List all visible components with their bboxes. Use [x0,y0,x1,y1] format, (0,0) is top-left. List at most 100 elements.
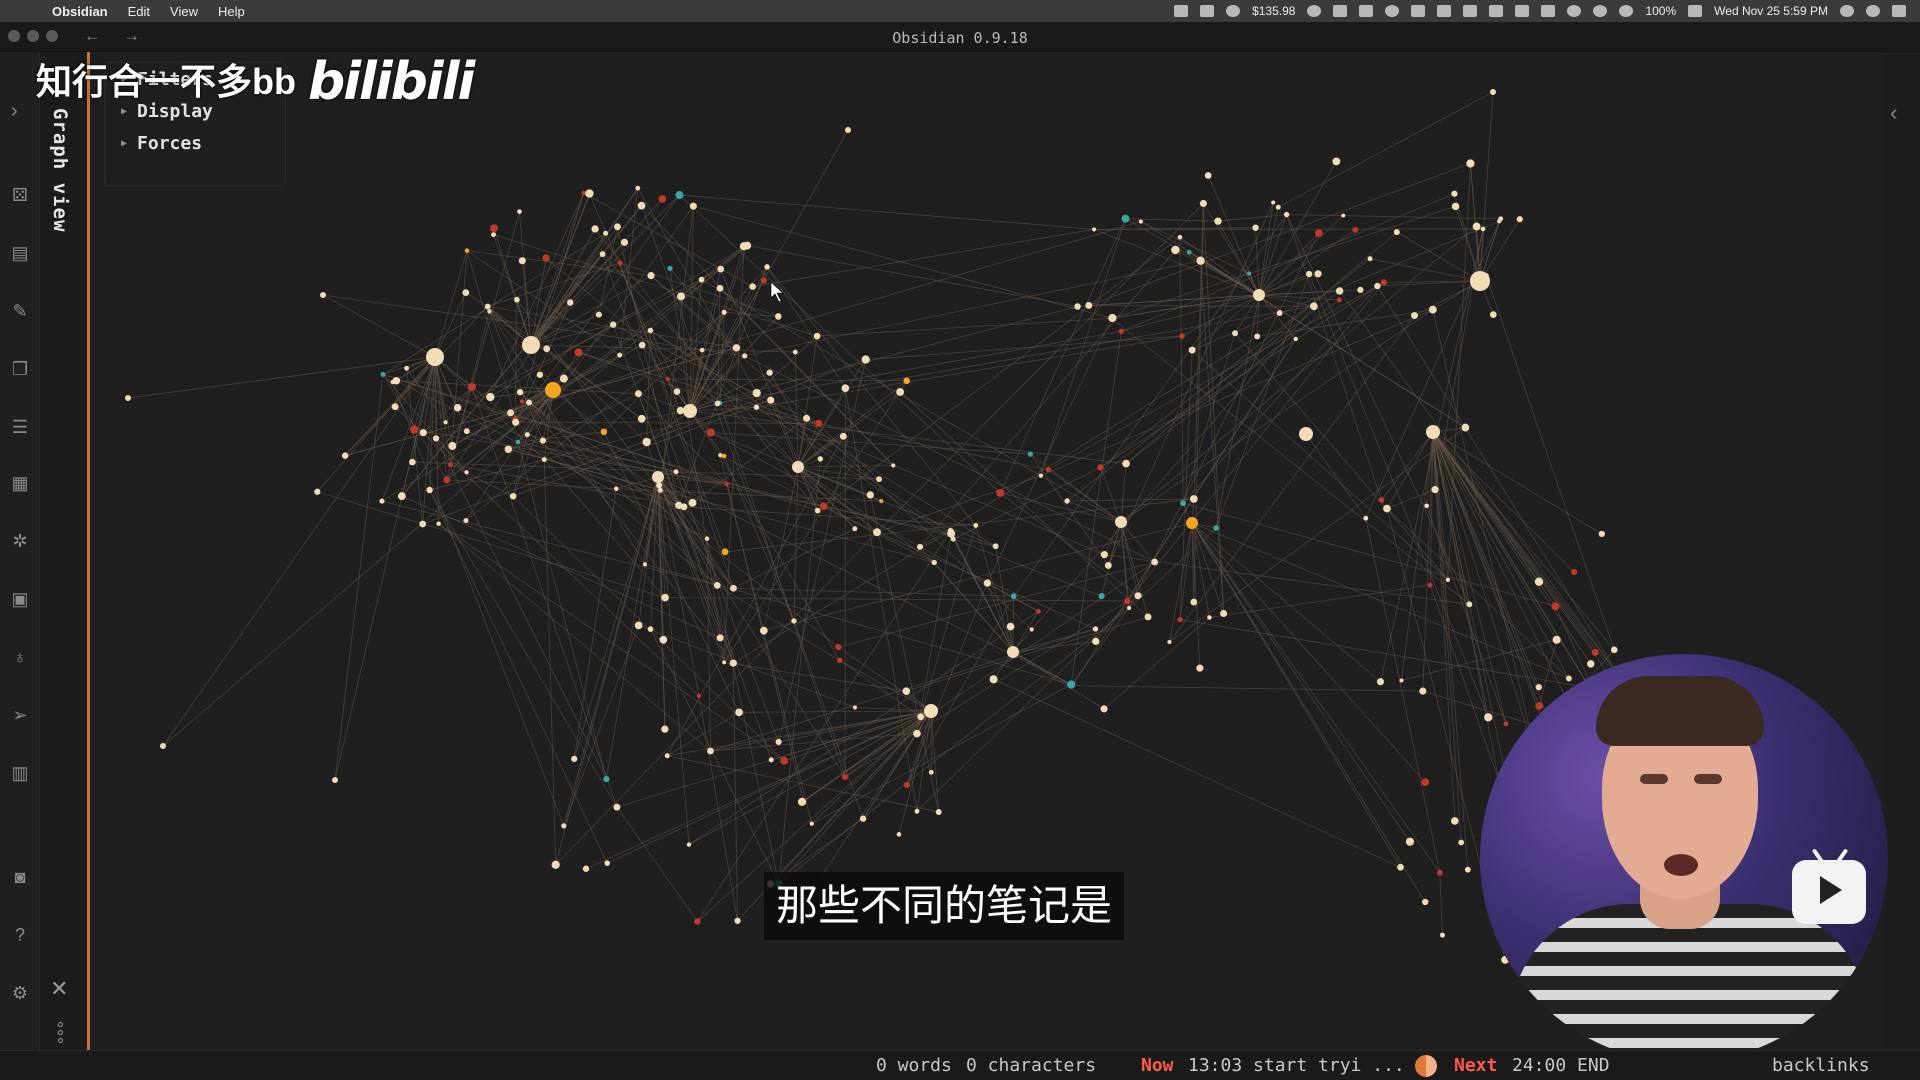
graph-node[interactable] [1199,199,1207,207]
graph-node[interactable] [1314,270,1322,278]
graph-node[interactable] [436,521,441,526]
graph-node[interactable] [613,803,621,811]
graph-node[interactable] [426,348,444,366]
graph-node[interactable] [716,634,724,642]
graph-node[interactable] [721,309,727,315]
graph-node[interactable] [852,526,858,532]
graph-node[interactable] [464,470,469,475]
graph-node[interactable] [729,659,737,667]
menu-app-name[interactable]: Obsidian [52,4,108,19]
graph-node[interactable] [1029,627,1034,632]
display-icon[interactable] [1463,5,1478,17]
graph-node[interactable] [1220,609,1228,618]
graph-node[interactable] [1293,336,1298,342]
copy-icon[interactable]: ❐ [9,358,31,380]
graph-node[interactable] [1551,602,1560,611]
graph-node[interactable] [891,463,896,468]
graph-node[interactable] [591,225,599,233]
graph-node[interactable] [1180,500,1187,507]
table-icon[interactable]: ▤ [9,242,31,264]
graph-node[interactable] [1252,224,1259,231]
graph-node[interactable] [1451,202,1460,211]
tray-icon[interactable] [1411,5,1426,17]
graph-node[interactable] [524,432,530,438]
graph-node[interactable] [609,321,617,328]
graph-node[interactable] [391,403,399,411]
volume-icon[interactable] [1515,5,1530,17]
graph-node[interactable] [1207,615,1212,620]
graph-node[interactable] [1431,486,1439,494]
bluetooth-icon[interactable] [1593,5,1608,17]
notification-center-icon[interactable] [1892,5,1906,17]
graph-node[interactable] [1419,687,1427,695]
graph-node[interactable] [1535,702,1544,710]
graph-node[interactable] [614,223,621,231]
graph-node[interactable] [1177,616,1183,623]
graph-node[interactable] [836,657,843,664]
graph-node[interactable] [634,390,642,398]
graph-node[interactable] [1067,680,1076,689]
graph-node[interactable] [419,520,427,528]
graph-node[interactable] [1144,613,1152,621]
graph-node[interactable] [125,395,131,401]
graph-node[interactable] [716,284,724,292]
graph-node[interactable] [1571,569,1578,576]
graph-node[interactable] [914,808,920,814]
graph-node[interactable] [599,251,606,257]
graph-node[interactable] [768,757,774,763]
graph-node[interactable] [443,420,448,425]
graph-node[interactable] [1436,869,1443,876]
calendar-icon[interactable]: ▣ [9,588,31,610]
graph-node[interactable] [379,498,385,504]
graph-node[interactable] [1122,459,1130,468]
graph-node[interactable] [683,405,690,413]
graph-node[interactable] [903,781,911,789]
graph-node[interactable] [835,644,842,651]
close-icon[interactable]: ✕ [50,976,68,1002]
tray-icon[interactable] [1541,5,1556,17]
graph-node[interactable] [673,469,679,475]
graph-node[interactable] [656,482,663,489]
graph-node[interactable] [996,488,1005,497]
graph-node[interactable] [983,579,992,587]
tray-icon[interactable] [1174,5,1189,17]
menubar-price[interactable]: $135.98 [1252,4,1295,18]
graph-node[interactable] [582,865,590,872]
graph-node[interactable] [1598,530,1605,537]
graph-node[interactable] [841,384,850,393]
graph-node[interactable] [1335,287,1344,295]
graph-node[interactable] [989,675,998,684]
graph-node[interactable] [661,593,669,602]
graph-node[interactable] [819,502,828,511]
graph-node[interactable] [859,815,867,822]
graph-node[interactable] [486,392,495,402]
lock-icon[interactable] [1359,5,1374,17]
graph-node[interactable] [600,428,608,436]
graph-node[interactable] [973,523,979,528]
graph-node[interactable] [1189,495,1198,503]
graph-node[interactable] [686,842,692,847]
graph-node[interactable] [1204,172,1212,179]
graph-node[interactable] [637,414,646,423]
graph-node[interactable] [620,238,629,246]
graph-node[interactable] [1411,312,1419,320]
graph-node[interactable] [704,536,710,541]
graph-node[interactable] [642,437,651,447]
graph-node[interactable] [513,296,520,303]
graph-node[interactable] [1100,551,1108,559]
graph-node[interactable] [571,755,578,762]
graph-node[interactable] [1405,837,1415,846]
graph-node[interactable] [1091,227,1097,232]
graph-node[interactable] [1610,646,1618,654]
graph-node[interactable] [561,823,567,829]
graph-node[interactable] [1064,498,1070,504]
tray-icon[interactable] [1200,5,1215,17]
graph-node[interactable] [638,341,646,349]
graph-node[interactable] [775,738,782,746]
graph-node[interactable] [652,471,664,483]
graph-node[interactable] [913,729,921,738]
graph-node[interactable] [1427,582,1433,588]
graph-node[interactable] [332,777,338,783]
graph-node[interactable] [1341,213,1346,218]
graph-node[interactable] [432,435,440,442]
